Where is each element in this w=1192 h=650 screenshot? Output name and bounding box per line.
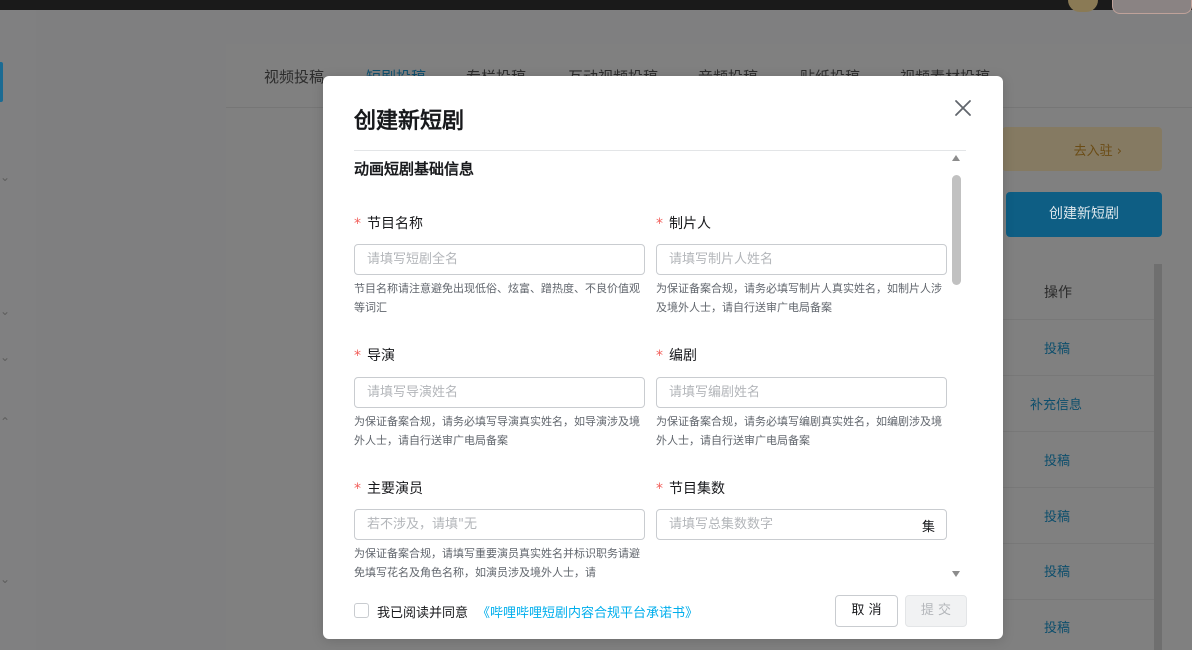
modal-footer: 我已阅读并同意 《哔哩哔哩短剧内容合规平台承诺书》 取 消 提 交 (323, 588, 1003, 639)
chevron-up-icon[interactable]: ⌃ (0, 415, 10, 429)
required-mark: * (656, 348, 663, 364)
field-hint: 为保证备案合规，请务必填写编剧真实姓名，如编剧涉及境外人士，请自行送审广电局备案 (656, 415, 942, 447)
settle-notice: 去入驻 › (1002, 127, 1162, 171)
modal-title: 创建新短剧 (354, 109, 465, 134)
field-label-text: 制片人 (669, 216, 711, 232)
field-label-director: * 导演 (354, 345, 395, 365)
submit-button[interactable]: 提 交 (905, 595, 967, 627)
required-mark: * (354, 216, 361, 232)
modal-form: 动画短剧基础信息 * 节目名称 节目名称请注意避免出现低俗、炫富、蹭热度、不良价值… (354, 151, 966, 588)
settle-link[interactable]: 去入驻 › (1074, 140, 1122, 159)
page-scrollbar[interactable] (1154, 264, 1162, 650)
field-label-title: * 节目名称 (354, 213, 423, 233)
required-mark: * (354, 481, 361, 497)
field-label-text: 主要演员 (367, 481, 423, 497)
field-label-text: 编剧 (669, 348, 697, 364)
create-short-drama-button[interactable]: 创建新短剧 (1006, 192, 1162, 237)
title-input[interactable] (354, 244, 645, 275)
field-label-text: 节目集数 (669, 481, 725, 497)
field-label-episodes: * 节目集数 (656, 478, 725, 498)
table-row-action[interactable]: 投稿 (1044, 506, 1070, 525)
scroll-down-icon[interactable] (952, 571, 960, 577)
sidebar-active-indicator (0, 62, 3, 102)
field-hint: 为保证备案合规，请务必填写导演真实姓名，如导演涉及境外人士，请自行送审广电局备案 (354, 415, 640, 447)
required-mark: * (656, 481, 663, 497)
producer-input[interactable] (656, 244, 947, 275)
agreement-link[interactable]: 《哔哩哔哩短剧内容合规平台承诺书》 (477, 602, 698, 621)
top-bar (0, 0, 1192, 14)
close-icon[interactable] (951, 96, 975, 120)
chevron-down-icon[interactable]: ⌄ (0, 350, 10, 364)
table-row-action[interactable]: 投稿 (1044, 617, 1070, 636)
field-hint: 为保证备案合规，请填写重要演员真实姓名并标识职务请避免填写花名及角色名称，如演员… (354, 547, 640, 579)
table-row-action[interactable]: 投稿 (1044, 561, 1070, 580)
chevron-down-icon[interactable]: ⌄ (0, 304, 10, 318)
table-divider (1002, 599, 1154, 600)
chevron-down-icon[interactable]: ⌄ (0, 170, 10, 184)
avatar[interactable] (1068, 0, 1098, 12)
field-label-producer: * 制片人 (656, 213, 711, 233)
table-column-header: 操作 (1044, 285, 1072, 301)
cancel-button[interactable]: 取 消 (835, 595, 898, 627)
table-divider (1002, 319, 1154, 320)
scroll-up-icon[interactable] (952, 155, 960, 161)
scroll-thumb[interactable] (952, 175, 961, 285)
table-divider (1002, 543, 1154, 544)
tab-video[interactable]: 视频投稿 (264, 66, 324, 87)
field-hint: 节目名称请注意避免出现低俗、炫富、蹭热度、不良价值观等词汇 (354, 282, 640, 314)
section-title: 动画短剧基础信息 (354, 160, 475, 178)
agree-checkbox[interactable] (354, 603, 369, 618)
table-row-action[interactable]: 投稿 (1044, 338, 1070, 357)
cast-input[interactable] (354, 509, 645, 540)
table-divider (1002, 431, 1154, 432)
field-label-screenwriter: * 编剧 (656, 345, 697, 365)
screenwriter-input[interactable] (656, 377, 947, 408)
episodes-unit: 集 (922, 520, 936, 535)
field-hint: 为保证备案合规，请务必填写制片人真实姓名，如制片人涉及境外人士，请自行送审广电局… (656, 282, 942, 314)
table-divider (1002, 375, 1154, 376)
modal-scrollbar[interactable] (949, 155, 963, 585)
director-input[interactable] (354, 377, 645, 408)
field-label-text: 导演 (367, 348, 395, 364)
sidebar: ⌄ ⌄ ⌄ ⌃ ⌄ (0, 10, 36, 650)
create-drama-modal: 创建新短剧 动画短剧基础信息 * 节目名称 节目名称请注意避免出现低俗、炫富、蹭热… (323, 76, 1003, 639)
agree-text: 我已阅读并同意 (377, 606, 469, 621)
required-mark: * (656, 216, 663, 232)
table-row-action[interactable]: 补充信息 (1030, 394, 1082, 413)
required-mark: * (354, 348, 361, 364)
field-label-text: 节目名称 (367, 216, 423, 232)
field-label-cast: * 主要演员 (354, 478, 423, 498)
top-action-pill[interactable] (1112, 0, 1192, 14)
table-row-action[interactable]: 投稿 (1044, 450, 1070, 469)
episodes-input[interactable] (656, 509, 947, 540)
chevron-down-icon[interactable]: ⌄ (0, 572, 10, 586)
table-divider (1002, 487, 1154, 488)
